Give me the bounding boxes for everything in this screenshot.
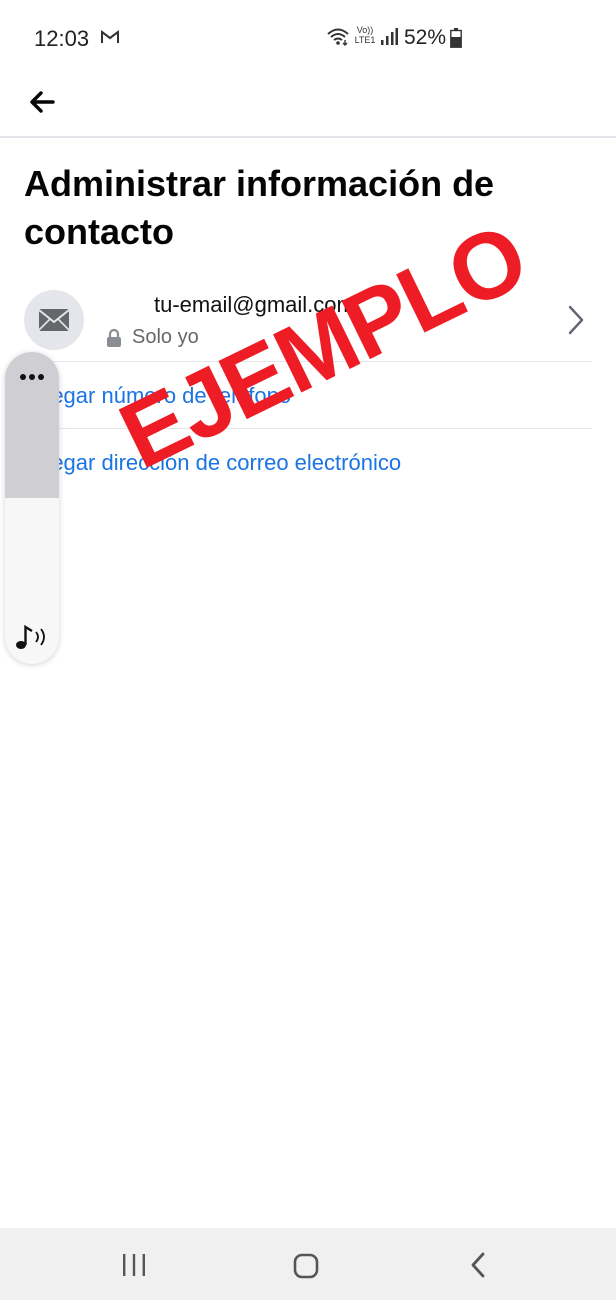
privacy-label: Solo yo	[132, 326, 199, 348]
sound-assistant-icon[interactable]	[13, 622, 53, 652]
page-title: Administrar información de contacto	[24, 163, 495, 252]
add-phone-number-label: regar número de teléfono	[44, 383, 292, 408]
add-email-address-label: regar dirección de correo electrónico	[44, 450, 402, 475]
envelope-icon	[38, 309, 70, 331]
lock-icon	[107, 328, 121, 347]
back-button[interactable]	[22, 82, 62, 122]
add-phone-number-link[interactable]: regar número de teléfono	[24, 363, 592, 429]
more-options-icon[interactable]	[5, 364, 59, 390]
contact-email: tu-email@gmail.com	[154, 292, 355, 317]
battery-icon	[450, 28, 462, 48]
status-time: 12:03	[34, 26, 90, 51]
signal-icon	[381, 28, 398, 45]
chevron-right-icon	[568, 305, 584, 335]
contact-email-row[interactable]: tu-email@gmail.com Solo yo	[24, 288, 592, 362]
gmail-icon	[101, 30, 119, 43]
screen: 12:03 Vo)) LTE1 52% Administrar informac…	[0, 0, 616, 1300]
volte-top-text: Vo))	[356, 25, 374, 35]
arrow-left-icon	[30, 91, 55, 113]
floating-side-panel[interactable]	[5, 352, 59, 664]
add-email-address-link[interactable]: regar dirección de correo electrónico	[24, 430, 592, 496]
side-panel-handle[interactable]	[5, 352, 59, 498]
system-back-icon[interactable]	[466, 1250, 490, 1280]
battery-percentage: 52%	[404, 26, 447, 49]
volte-icon: Vo)) LTE1	[352, 25, 378, 49]
home-icon[interactable]	[292, 1252, 320, 1280]
header	[0, 76, 616, 138]
wifi-icon	[327, 28, 349, 46]
email-avatar	[24, 290, 84, 350]
privacy-setting: Solo yo	[106, 326, 199, 349]
recent-apps-icon[interactable]	[120, 1252, 148, 1278]
status-bar: 12:03 Vo)) LTE1 52%	[0, 0, 616, 76]
system-navigation-bar	[0, 1228, 616, 1300]
volte-bottom-text: LTE1	[354, 35, 376, 45]
